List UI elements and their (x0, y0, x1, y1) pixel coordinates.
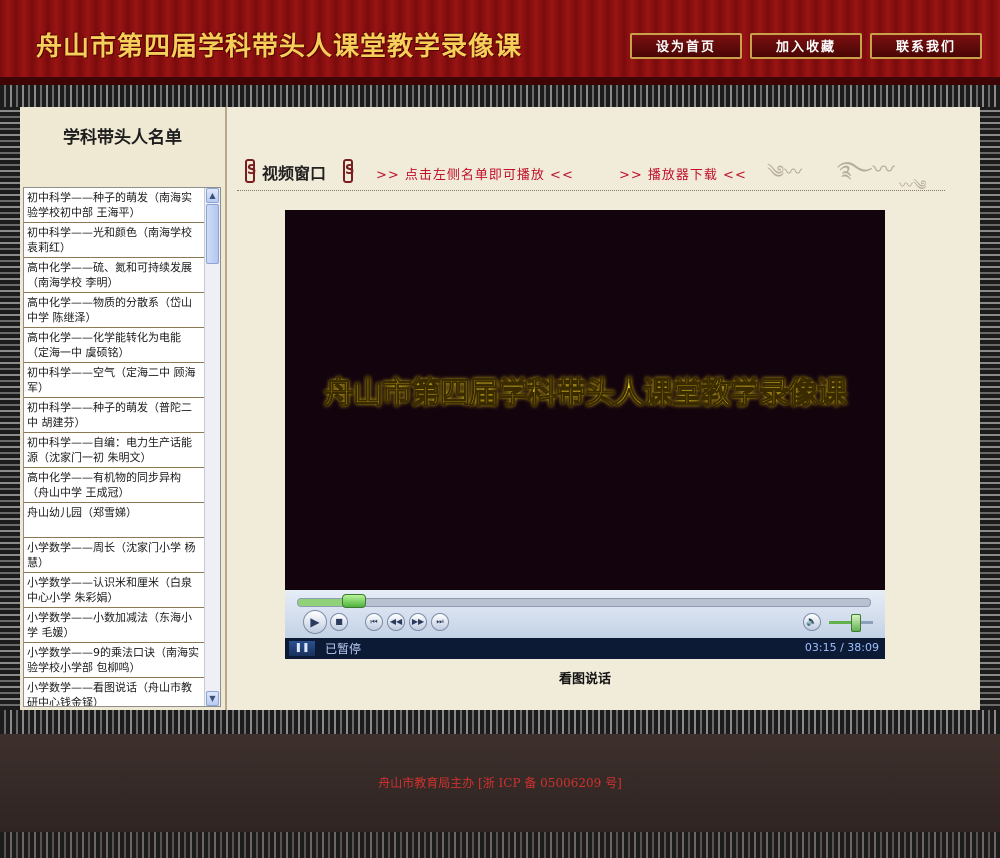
player-status: 已暂停 (325, 642, 362, 656)
fret-border-top (0, 85, 1000, 107)
fast-forward-icon[interactable]: ▶▶ (409, 613, 427, 631)
player-statusbar: ❚❚ 已暂停 03:15 / 38:09 (285, 638, 885, 659)
teacher-list-item[interactable]: 初中科学——空气（定海二中 顾海军） (24, 363, 204, 398)
teacher-list-item[interactable]: 初中科学——种子的萌发（普陀二中 胡建芬） (24, 398, 204, 433)
next-icon[interactable]: ⏭ (431, 613, 449, 631)
teacher-list-item[interactable]: 初中科学——自编：电力生产话能源（沈家门一初 朱明文） (24, 433, 204, 468)
divider (237, 190, 945, 191)
teacher-list: 初中科学——种子的萌发（南海实验学校初中部 王海平） 初中科学——光和颜色（南海学… (24, 188, 204, 706)
volume-thumb[interactable] (851, 614, 862, 632)
scroll-down-icon[interactable]: ▼ (206, 691, 219, 706)
content-area: 学科带头人名单 初中科学——种子的萌发（南海实验学校初中部 王海平） 初中科学——… (20, 107, 980, 710)
fret-border-left (0, 107, 20, 710)
play-hint-link[interactable]: >> 点击左侧名单即可播放 << (376, 164, 574, 183)
fret-border-bottom (0, 710, 1000, 734)
teacher-list-item[interactable]: 初中科学——种子的萌发（南海实验学校初中部 王海平） (24, 188, 204, 223)
cloud-ornament-icon: 〰༄ (899, 178, 927, 194)
teacher-list-item[interactable]: 小学数学——9的乘法口诀（南海实验学校小学部 包柳鸣） (24, 643, 204, 678)
sidebar: 学科带头人名单 初中科学——种子的萌发（南海实验学校初中部 王海平） 初中科学——… (20, 107, 227, 710)
footer: 舟山市教育局主办 [浙 ICP 备 05006209 号] (0, 734, 1000, 858)
now-playing-title: 看图说话 (558, 672, 611, 687)
site-title: 舟山市第四届学科带头人课堂教学录像课 (36, 32, 523, 62)
list-scrollbar[interactable]: ▲ ▼ (204, 188, 220, 706)
sidebar-title: 学科带头人名单 (63, 128, 182, 148)
teacher-list-item[interactable]: 小学数学——周长（沈家门小学 杨慧） (24, 538, 204, 573)
video-player[interactable]: 舟山市第四届学科带头人课堂教学录像课 ▶ ■ ⏮ ◀◀ ▶▶ ⏭ 🔈 ❚❚ 已暂… (285, 210, 885, 659)
header: 舟山市第四届学科带头人课堂教学录像课 设为首页 加入收藏 联系我们 (0, 0, 1000, 85)
scroll-up-icon[interactable]: ▲ (206, 188, 219, 203)
fret-border-footer (0, 832, 1000, 858)
seek-thumb[interactable] (341, 594, 366, 608)
player-time: 03:15 / 38:09 (804, 641, 879, 654)
previous-icon[interactable]: ⏮ (365, 613, 383, 631)
rewind-icon[interactable]: ◀◀ (387, 613, 405, 631)
pause-icon[interactable]: ❚❚ (289, 641, 315, 656)
footer-copyright: 舟山市教育局主办 [浙 ICP 备 05006209 号] (378, 776, 622, 790)
fret-border-right (980, 107, 1000, 710)
teacher-list-item[interactable]: 高中化学——有机物的同步异构（舟山中学 王成冠） (24, 468, 204, 503)
teacher-list-item[interactable]: 舟山幼儿园（郑雪娣） (24, 503, 204, 538)
teacher-list-item[interactable]: 小学数学——小数加减法（东海小学 毛媛） (24, 608, 204, 643)
video-window-title: 视频窗口 (262, 164, 327, 183)
teacher-list-item[interactable]: 高中化学——硫、氮和可持续发展（南海学校 李明） (24, 258, 204, 293)
teacher-list-item[interactable]: 高中化学——物质的分散系（岱山中学 陈继泽） (24, 293, 204, 328)
add-favorite-button[interactable]: 加入收藏 (750, 33, 862, 59)
video-screen[interactable]: 舟山市第四届学科带头人课堂教学录像课 (285, 210, 885, 590)
set-homepage-button[interactable]: 设为首页 (630, 33, 742, 59)
seek-bar[interactable] (297, 598, 871, 607)
player-controls: ▶ ■ ⏮ ◀◀ ▶▶ ⏭ 🔈 (285, 590, 885, 638)
ornament-s-icon: S (245, 159, 256, 183)
player-download-link[interactable]: >> 播放器下载 << (619, 164, 747, 183)
scroll-thumb[interactable] (206, 204, 219, 264)
teacher-list-item[interactable]: 小学数学——认识米和厘米（白泉中心小学 朱彩娟） (24, 573, 204, 608)
play-icon[interactable]: ▶ (303, 610, 327, 634)
ornament-s-icon: S (343, 159, 354, 183)
speaker-icon[interactable]: 🔈 (803, 613, 821, 631)
cloud-ornament-icon: ༄〰 (767, 162, 803, 183)
cloud-ornament-icon: ࿐〰 (837, 158, 895, 183)
video-caption: 舟山市第四届学科带头人课堂教学录像课 (324, 376, 848, 412)
teacher-list-item[interactable]: 小学数学——看图说话（舟山市教研中心钱金铎） (24, 678, 204, 706)
main-panel: S 视频窗口 S >> 点击左侧名单即可播放 << >> 播放器下载 << ༄〰… (227, 107, 980, 710)
teacher-list-box[interactable]: 初中科学——种子的萌发（南海实验学校初中部 王海平） 初中科学——光和颜色（南海学… (23, 187, 221, 707)
stop-icon[interactable]: ■ (330, 613, 348, 631)
seek-progress (298, 599, 347, 606)
contact-us-button[interactable]: 联系我们 (870, 33, 982, 59)
teacher-list-item[interactable]: 初中科学——光和颜色（南海学校 袁莉红） (24, 223, 204, 258)
teacher-list-item[interactable]: 高中化学——化学能转化为电能（定海一中 虞硕铭） (24, 328, 204, 363)
